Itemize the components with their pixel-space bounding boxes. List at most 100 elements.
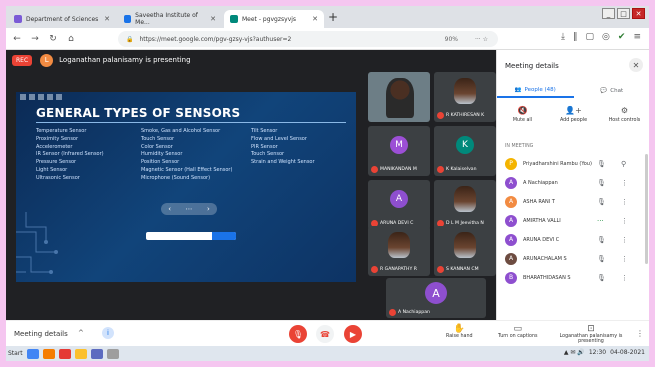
participant-avatar: K [456,136,474,154]
tab-chat[interactable]: 💬 Chat [574,84,650,98]
app-icon[interactable] [106,348,119,359]
browser-tab-1[interactable]: Department of Sciences ✕ [8,10,116,28]
browser-tab-3[interactable]: Meet - pgvgzsyvjs ✕ [224,10,324,28]
meeting-details-panel: Meeting details ✕ 👥 People (48) 💬 Chat 🔇… [496,50,649,320]
more-options-icon[interactable]: ⋮ [621,217,628,225]
page-actions-icon[interactable]: ··· ☆ [475,36,488,43]
participant-tile-presenter-video[interactable] [368,72,430,122]
add-people-button[interactable]: 👤+ Add people [548,106,599,136]
prev-slide-icon[interactable]: ‹ [168,205,171,213]
presenting-bar: REC L Loganathan palanisamy is presentin… [6,50,496,70]
participant-avatar: A [505,252,517,265]
tab-people[interactable]: 👥 People (48) [497,84,574,98]
captions-button[interactable]: ▭ Turn on captions [498,324,538,339]
minimize-button[interactable]: _ [602,8,615,19]
leave-call-button[interactable]: ☎ [316,325,334,343]
mic-off-icon[interactable]: 🎙 [597,160,606,168]
sensor-item: Color Sensor [141,143,173,150]
panel-scrollbar[interactable] [645,154,648,264]
list-item[interactable]: B BHARATHIDASAN S 🎙 ⋮ [497,268,649,287]
mic-off-icon[interactable]: 🎙 [597,255,606,263]
next-slide-icon[interactable]: › [207,205,210,213]
list-item[interactable]: A ARUNA DEVI C 🎙 ⋮ [497,230,649,249]
sensor-item: Microphone (Sound Sensor) [141,174,211,181]
info-icon[interactable]: i [102,327,114,339]
participant-tile[interactable]: K K Kalaiselvan [434,126,496,176]
participant-tile-large[interactable]: A A Nachiappan [386,278,486,318]
list-item[interactable]: A A Nachiappan 🎙 ⋮ [497,173,649,192]
sensor-item: Flow and Level Sensor [251,135,307,142]
participant-tile[interactable]: R GANAPATHY R [368,226,430,276]
menu-icon[interactable]: ≡ [633,32,641,42]
zoom-level[interactable]: 90% [445,36,458,43]
list-item[interactable]: A AMIRTHA VALLI ··· ⋮ [497,211,649,230]
tray-icons[interactable]: ▲ ✉ 🔊 [564,349,585,356]
back-icon[interactable]: ← [10,34,24,44]
more-options-icon[interactable]: ⋮ [636,329,644,338]
presenting-text: Loganathan palanisamy is presenting [59,56,191,64]
sensor-item: IR Sensor (Infrared Sensor) [36,151,104,158]
firefox-icon[interactable] [42,348,55,359]
list-item[interactable]: A ARUNACHALAM S 🎙 ⋮ [497,249,649,268]
folder-icon[interactable] [74,348,87,359]
forward-icon[interactable]: → [28,34,42,44]
extension-icon[interactable]: ✔ [618,32,626,42]
window-close-button[interactable]: ✕ [632,8,645,19]
app-icon[interactable] [90,348,103,359]
library-icon[interactable]: ‖ [573,32,578,42]
raise-hand-button[interactable]: ✋ Raise hand [446,324,473,339]
browser-tab-2[interactable]: Saveetha Institute of Me... ✕ [118,10,222,28]
start-button[interactable]: Start [8,350,23,357]
camera-off-button[interactable]: ▶ [344,325,362,343]
mic-off-icon[interactable]: 🎙 [597,198,606,206]
sensor-item: Tilt Sensor [251,128,278,134]
sidebar-icon[interactable]: ▢ [586,32,595,42]
chrome-icon[interactable] [26,348,39,359]
home-icon[interactable]: ⌂ [64,34,78,44]
more-options-icon[interactable]: ⋮ [621,274,628,282]
url-input[interactable]: 🔒 https://meet.google.com/pgv-gzsy-vjs?a… [118,31,498,47]
powerpoint-icon[interactable] [58,348,71,359]
pin-icon[interactable]: ⚲ [621,160,626,168]
muted-mic-icon [389,309,396,316]
mic-off-button[interactable]: 🎙 [289,325,307,343]
participant-name: AMIRTHA VALLI [523,217,561,224]
sensor-item: Position Sensor [141,159,180,166]
slide-options-icon[interactable]: ⋯ [185,205,192,213]
participant-tile[interactable]: D L M Jeevitha N [434,180,496,230]
reload-icon[interactable]: ↻ [46,34,60,44]
tab-favicon-icon [124,15,132,23]
mic-active-icon[interactable]: ··· [597,217,604,225]
date[interactable]: 04-08-2021 [610,349,645,356]
tab-close-icon[interactable]: ✕ [104,15,110,23]
participant-tile[interactable]: S KANNAN CM [434,226,496,276]
more-options-icon[interactable]: ⋮ [621,179,628,187]
participant-avatar: M [390,136,408,154]
chevron-up-icon[interactable]: ^ [78,329,84,337]
download-icon[interactable]: ⤓ [561,32,565,42]
maximize-button[interactable]: □ [617,8,630,19]
participant-tile[interactable]: R KATHIRESAN K [434,72,496,122]
mic-off-icon[interactable]: 🎙 [597,236,606,244]
account-icon[interactable]: ◎ [602,32,610,42]
tab-close-icon[interactable]: ✕ [312,15,318,23]
present-now-button[interactable]: ⊡ Loganathan palanisamy is presenting [551,324,631,344]
participant-tile[interactable]: A ARUNA DEVI C [368,180,430,230]
mic-off-icon[interactable]: 🎙 [597,274,606,282]
tab-close-icon[interactable]: ✕ [210,15,216,23]
add-people-icon: 👤+ [565,106,582,115]
more-options-icon[interactable]: ⋮ [621,255,628,263]
clock[interactable]: 12:30 [589,349,606,356]
more-options-icon[interactable]: ⋮ [621,236,628,244]
new-tab-button[interactable]: + [328,10,338,24]
host-controls-button[interactable]: ⚙ Host controls [599,106,649,136]
meeting-details-label[interactable]: Meeting details [14,330,68,338]
list-item[interactable]: A ASHA RANI T 🎙 ⋮ [497,192,649,211]
panel-close-button[interactable]: ✕ [629,58,643,72]
participant-tile[interactable]: M MANIKANDAN M [368,126,430,176]
mute-all-button[interactable]: 🔇 Mute all [497,106,548,136]
list-item[interactable]: P Priyadharshini Rambu (You) 🎙 ⚲ [497,154,649,173]
mic-off-icon[interactable]: 🎙 [597,179,606,187]
more-options-icon[interactable]: ⋮ [621,198,628,206]
slide-navigation-overlay[interactable]: ‹ ⋯ › [161,203,217,215]
